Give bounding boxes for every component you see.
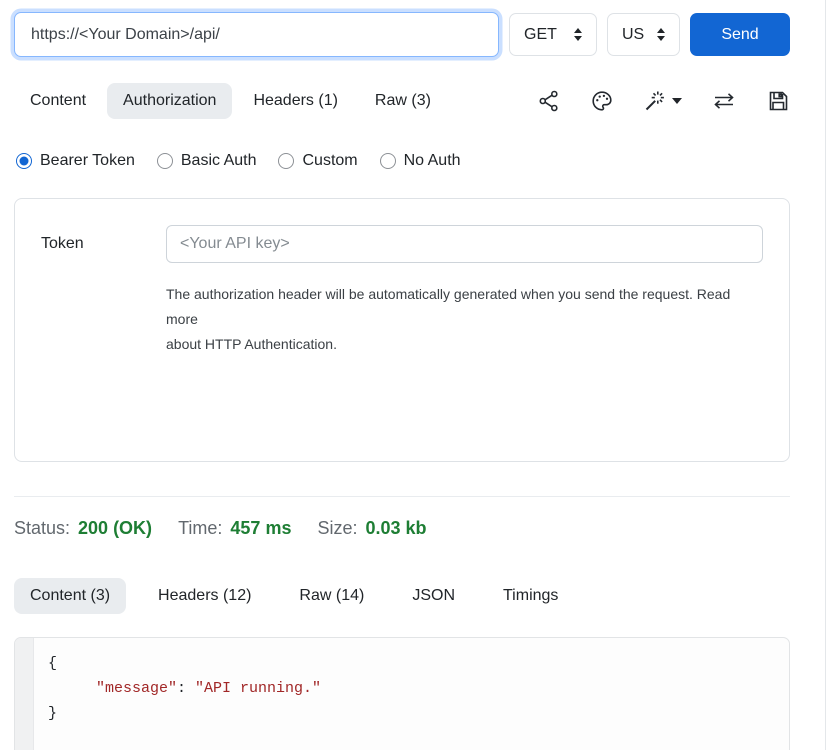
radio-label: Custom <box>302 152 357 170</box>
radio-no-auth[interactable]: No Auth <box>380 152 461 170</box>
stepper-icon <box>574 28 582 41</box>
radio-icon <box>157 153 173 169</box>
token-help-text: The authorization header will be automat… <box>166 282 763 357</box>
request-tabs-row: Content Authorization Headers (1) Raw (3… <box>14 83 790 119</box>
toolbar <box>537 89 790 113</box>
swap-arrows-icon[interactable] <box>711 89 737 113</box>
resp-tab-json[interactable]: JSON <box>396 578 471 614</box>
method-select[interactable]: GET <box>509 13 597 56</box>
radio-icon <box>278 153 294 169</box>
json-separator: : <box>177 680 195 697</box>
resp-tab-headers[interactable]: Headers (12) <box>142 578 267 614</box>
token-panel: Token The authorization header will be a… <box>14 198 790 462</box>
region-select[interactable]: US <box>607 13 680 56</box>
time-label: Time: <box>178 518 222 539</box>
radio-label: No Auth <box>404 152 461 170</box>
resp-tab-timings[interactable]: Timings <box>487 578 574 614</box>
auth-type-row: Bearer Token Basic Auth Custom No Auth <box>14 152 790 170</box>
send-button[interactable]: Send <box>690 13 790 56</box>
token-input[interactable] <box>166 225 763 263</box>
tab-authorization[interactable]: Authorization <box>107 83 232 119</box>
tab-raw[interactable]: Raw (3) <box>359 83 447 119</box>
region-select-value: US <box>622 26 644 44</box>
status-label: Status: <box>14 518 70 539</box>
json-value: "API running." <box>195 680 321 697</box>
share-icon[interactable] <box>537 89 561 113</box>
resp-tab-raw[interactable]: Raw (14) <box>283 578 380 614</box>
time-value: 457 ms <box>230 518 291 539</box>
save-icon[interactable] <box>766 89 790 113</box>
response-json: { "message": "API running." } <box>34 638 321 750</box>
token-label: Token <box>41 235 166 253</box>
url-input[interactable] <box>14 12 499 57</box>
api-client-page: GET US Send Content Authorization Header… <box>0 0 837 750</box>
palette-icon[interactable] <box>590 89 614 113</box>
status-value: 200 (OK) <box>78 518 152 539</box>
code-line: } <box>48 701 321 726</box>
radio-label: Basic Auth <box>181 152 257 170</box>
magic-wand-icon[interactable] <box>643 89 682 113</box>
status-time: Time: 457 ms <box>178 518 291 539</box>
json-key: "message" <box>96 680 177 697</box>
status-size: Size: 0.03 kb <box>317 518 426 539</box>
code-gutter <box>15 638 34 750</box>
viewport-edge-divider <box>825 0 826 750</box>
section-divider <box>14 496 790 497</box>
radio-custom[interactable]: Custom <box>278 152 357 170</box>
method-select-value: GET <box>524 26 557 44</box>
radio-bearer-token[interactable]: Bearer Token <box>16 152 135 170</box>
request-bar: GET US Send <box>14 12 790 57</box>
tab-headers[interactable]: Headers (1) <box>237 83 353 119</box>
radio-icon <box>16 153 32 169</box>
chevron-down-icon <box>672 98 682 104</box>
response-tabs-row: Content (3) Headers (12) Raw (14) JSON T… <box>14 578 790 614</box>
size-label: Size: <box>317 518 357 539</box>
stepper-icon <box>657 28 665 41</box>
help-line-1: The authorization header will be automat… <box>166 282 763 332</box>
resp-tab-content[interactable]: Content (3) <box>14 578 126 614</box>
status-code: Status: 200 (OK) <box>14 518 152 539</box>
help-line-2: about HTTP Authentication. <box>166 332 763 357</box>
code-line: { <box>48 651 321 676</box>
radio-label: Bearer Token <box>40 152 135 170</box>
response-status-row: Status: 200 (OK) Time: 457 ms Size: 0.03… <box>14 518 790 539</box>
radio-icon <box>380 153 396 169</box>
size-value: 0.03 kb <box>366 518 427 539</box>
radio-basic-auth[interactable]: Basic Auth <box>157 152 257 170</box>
code-line: "message": "API running." <box>48 676 321 701</box>
response-body-viewer[interactable]: { "message": "API running." } <box>14 637 790 750</box>
tab-content[interactable]: Content <box>14 83 102 119</box>
